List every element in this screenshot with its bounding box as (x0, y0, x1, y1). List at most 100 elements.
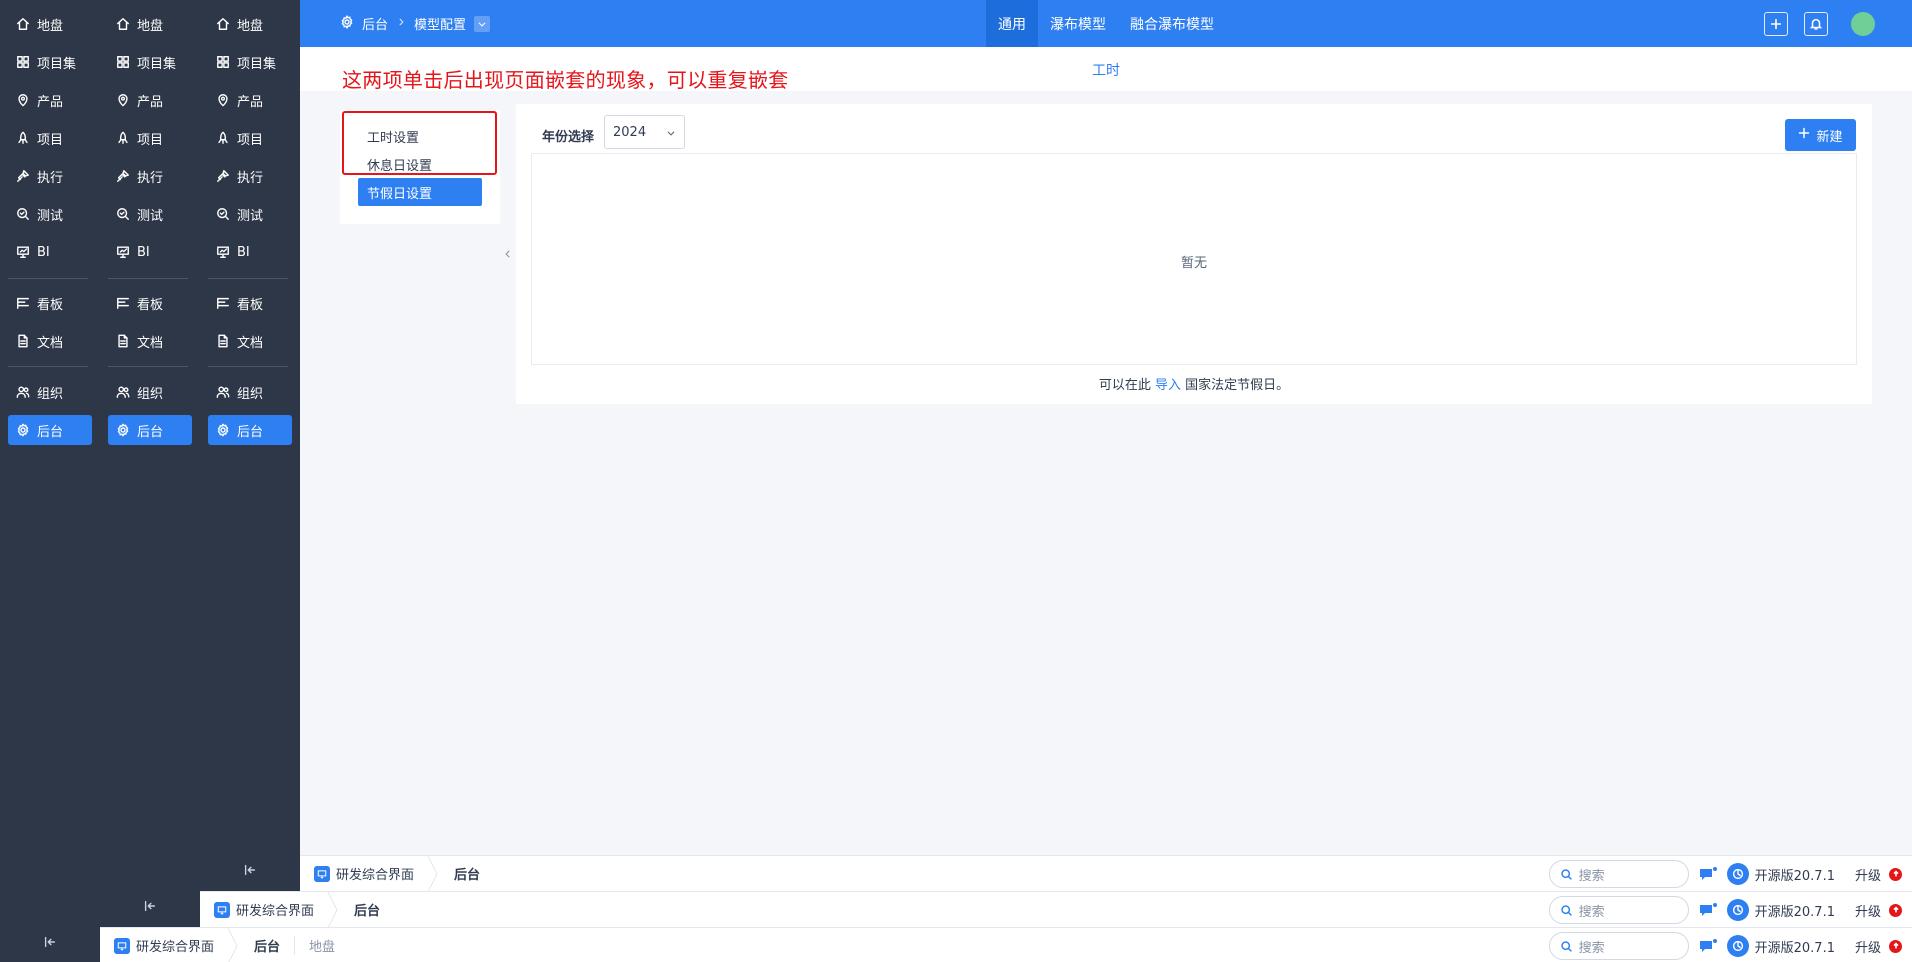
bottom-bar-tools: 搜索 开源版20.7.1 升级 (1548, 928, 1902, 962)
upgrade-link[interactable]: 升级 (1855, 865, 1881, 884)
upgrade-link[interactable]: 升级 (1855, 937, 1881, 956)
sidebar-item[interactable]: 看板 (8, 288, 92, 318)
chevron-down-icon[interactable] (474, 15, 491, 32)
menu-item-holiday-settings[interactable]: 节假日设置 (358, 178, 482, 206)
sidebar-item[interactable]: 文档 (8, 326, 92, 356)
run-icon (116, 169, 130, 183)
bottom-bar: 研发综合界面 后台 搜索 开源版20.7.1 升级 (200, 891, 1912, 928)
sidebar-item[interactable]: 组织 (108, 377, 192, 407)
bottom-current-page[interactable]: 后台 (338, 900, 380, 919)
collapse-menu-icon[interactable] (502, 244, 514, 264)
sidebar-item-label: 项目集 (37, 56, 77, 72)
sidebar-item[interactable]: 后台 (108, 415, 192, 445)
run-icon (16, 169, 30, 183)
sidebar-divider (8, 366, 88, 367)
sidebar-item[interactable]: 产品 (8, 85, 92, 115)
collapse-sidebar-icon[interactable] (242, 862, 258, 878)
sidebar-item-label: 产品 (37, 94, 64, 110)
avatar[interactable] (1851, 12, 1875, 36)
breadcrumb-current[interactable]: 模型配置 (414, 14, 466, 33)
ai-chat-icon[interactable] (1697, 901, 1719, 919)
upgrade-icon[interactable] (1889, 939, 1902, 953)
new-button[interactable]: 新建 (1785, 119, 1856, 151)
lightbulb-icon (116, 93, 130, 107)
sidebar-item[interactable]: 文档 (108, 326, 192, 356)
sidebar-item-label: 地盘 (137, 18, 164, 34)
top-header: 后台 模型配置 通用 瀑布模型 融合瀑布模型 (300, 0, 1912, 47)
bottom-bar: 研发综合界面 后台 地盘 搜索 开源版20.7.1 升级 (100, 927, 1912, 962)
app-switcher[interactable]: 研发综合界面 (200, 892, 328, 928)
version-label[interactable]: 开源版20.7.1 (1755, 937, 1835, 956)
menu-item-restday-settings[interactable]: 休息日设置 (358, 150, 482, 178)
version-label[interactable]: 开源版20.7.1 (1755, 865, 1835, 884)
sidebar-item[interactable]: 测试 (208, 199, 292, 229)
sidebar-item[interactable]: BI (108, 237, 192, 267)
upgrade-link[interactable]: 升级 (1855, 901, 1881, 920)
app-switcher[interactable]: 研发综合界面 (100, 928, 228, 962)
ai-chat-icon[interactable] (1697, 865, 1719, 883)
breadcrumb-root[interactable]: 后台 (362, 14, 388, 33)
upgrade-icon[interactable] (1889, 867, 1902, 881)
sidebar-item[interactable]: 测试 (108, 199, 192, 229)
presentation-icon (16, 245, 30, 259)
collapse-sidebar-icon[interactable] (142, 898, 158, 914)
sidebar-item[interactable]: 看板 (108, 288, 192, 318)
sidebar-item-label: 执行 (37, 170, 64, 186)
sidebar-item-label: 测试 (237, 208, 264, 224)
sidebar-item[interactable]: 文档 (208, 326, 292, 356)
import-link[interactable]: 导入 (1155, 378, 1181, 393)
sidebar-item[interactable]: 项目集 (108, 47, 192, 77)
tab-general[interactable]: 通用 (986, 0, 1038, 47)
sidebar-item[interactable]: 后台 (8, 415, 92, 445)
zentao-logo-icon (1726, 863, 1749, 885)
sidebar-item[interactable]: 产品 (108, 85, 192, 115)
search-icon (1560, 940, 1572, 952)
version-label[interactable]: 开源版20.7.1 (1755, 901, 1835, 920)
bell-icon[interactable] (1804, 12, 1828, 36)
chevron-separator-icon (328, 891, 338, 928)
zentao-logo-icon (1726, 899, 1749, 921)
upgrade-icon[interactable] (1889, 903, 1902, 917)
sidebar-item-label: 项目 (237, 132, 264, 148)
doc-icon (16, 334, 30, 348)
sidebar-item[interactable]: 项目 (208, 123, 292, 153)
sidebar-item[interactable]: BI (208, 237, 292, 267)
bottom-current-page[interactable]: 后台 (238, 936, 280, 955)
sidebar-item-label: 项目 (137, 132, 164, 148)
sidebar-item[interactable]: 项目 (8, 123, 92, 153)
sidebar-item[interactable]: 地盘 (8, 9, 92, 39)
sidebar-item-label: 文档 (237, 335, 264, 351)
search-input[interactable]: 搜索 (1548, 932, 1689, 960)
ai-chat-icon[interactable] (1697, 937, 1719, 955)
new-button-label: 新建 (1816, 129, 1843, 145)
collapse-sidebar-icon[interactable] (42, 934, 58, 950)
sidebar-item[interactable]: BI (8, 237, 92, 267)
sidebar-item[interactable]: 地盘 (108, 9, 192, 39)
search-input[interactable]: 搜索 (1548, 896, 1689, 924)
sidebar-item[interactable]: 项目集 (208, 47, 292, 77)
sidebar-item[interactable]: 组织 (8, 377, 92, 407)
tab-hybrid-waterfall[interactable]: 融合瀑布模型 (1118, 0, 1226, 47)
bottom-current-page[interactable]: 后台 (438, 864, 480, 883)
sidebar-item[interactable]: 地盘 (208, 9, 292, 39)
year-select[interactable]: 2024 (604, 115, 685, 149)
sidebar-item[interactable]: 测试 (8, 199, 92, 229)
sidebar-item[interactable]: 执行 (108, 161, 192, 191)
sidebar-item[interactable]: 项目集 (8, 47, 92, 77)
sidebar-item[interactable]: 后台 (208, 415, 292, 445)
tab-worktime[interactable]: 工时 (1092, 60, 1120, 80)
tab-waterfall[interactable]: 瀑布模型 (1038, 0, 1118, 47)
sidebar-item[interactable]: 看板 (208, 288, 292, 318)
sidebar-item[interactable]: 组织 (208, 377, 292, 407)
add-icon[interactable] (1764, 12, 1788, 36)
breadcrumb: 后台 模型配置 (340, 0, 491, 47)
sidebar-item[interactable]: 项目 (108, 123, 192, 153)
menu-item-worktime-settings[interactable]: 工时设置 (358, 122, 482, 150)
doc-icon (116, 334, 130, 348)
sidebar-item[interactable]: 执行 (8, 161, 92, 191)
bottom-extra-page[interactable]: 地盘 (294, 936, 335, 955)
search-input[interactable]: 搜索 (1548, 860, 1689, 888)
sidebar-item[interactable]: 产品 (208, 85, 292, 115)
app-switcher[interactable]: 研发综合界面 (300, 856, 428, 892)
sidebar-item[interactable]: 执行 (208, 161, 292, 191)
